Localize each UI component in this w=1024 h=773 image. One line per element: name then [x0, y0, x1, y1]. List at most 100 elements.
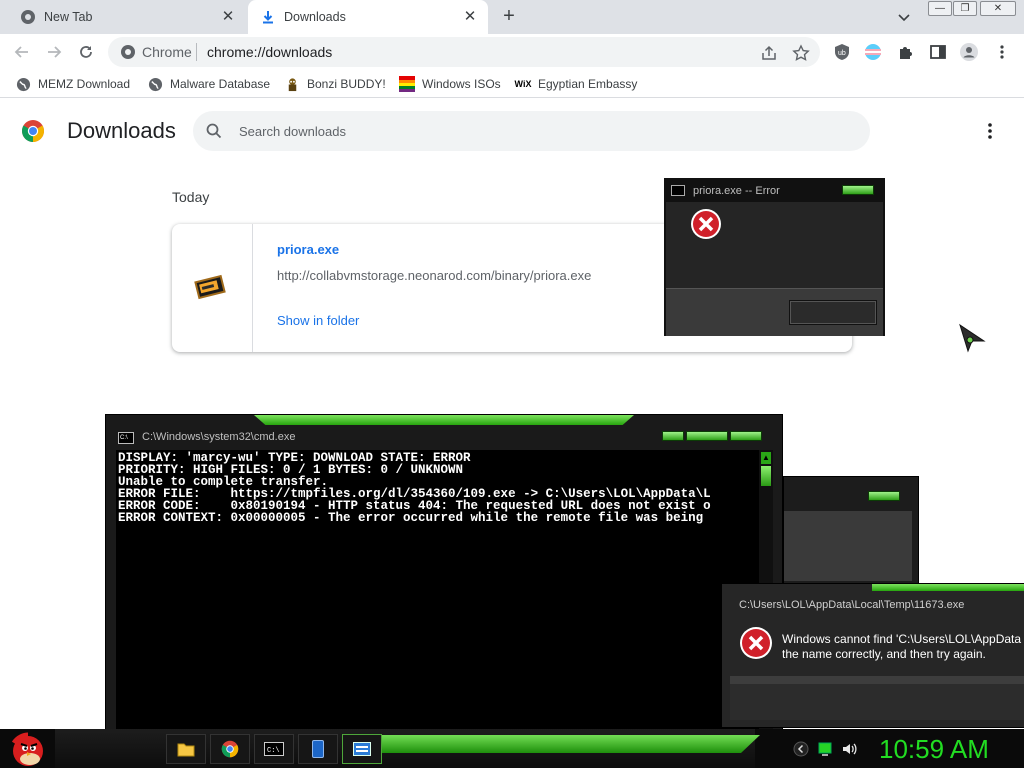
bookmark-memz-download[interactable]: MEMZ Download — [15, 76, 130, 92]
taskbar-cmd-button[interactable]: C:\ — [254, 734, 294, 764]
file-not-found-dialog: C:\Users\LOL\AppData\Local\Temp\11673.ex… — [721, 583, 1024, 728]
address-bar[interactable]: Chrome chrome://downloads — [108, 37, 820, 67]
close-button[interactable] — [842, 185, 874, 195]
dialog-message-line: Windows cannot find 'C:\Users\LOL\AppDat… — [782, 632, 1022, 646]
taskbar-clock[interactable]: 10:59 AM — [879, 734, 989, 765]
tab-strip: New Tab ✕ Downloads ✕ + — ❐ ✕ — [0, 0, 1024, 34]
chrome-icon — [20, 9, 36, 25]
dialog-separator — [730, 676, 1024, 684]
dialog-title-accent — [872, 584, 1024, 591]
download-filename-link[interactable]: priora.exe — [277, 242, 339, 257]
taskbar — [0, 729, 1024, 768]
start-button-angry-bird-icon[interactable] — [8, 729, 46, 768]
tab-label: Downloads — [284, 10, 346, 24]
close-button[interactable]: ✕ — [980, 1, 1016, 16]
error-dialog-title: priora.exe -- Error — [693, 185, 780, 197]
dialog-message-line: the name correctly, and then try again. — [782, 647, 986, 661]
extensions-puzzle-icon[interactable] — [897, 43, 915, 61]
ublock-extension-icon[interactable]: ub — [833, 43, 851, 61]
browser-menu-icon[interactable] — [993, 43, 1011, 61]
taskbar-phone-button[interactable] — [298, 734, 338, 764]
tab-downloads[interactable]: Downloads ✕ — [248, 0, 488, 34]
restore-button[interactable]: ❐ — [953, 1, 977, 16]
reload-button[interactable] — [73, 39, 99, 65]
file-not-found-dialog-title: C:\Users\LOL\AppData\Local\Temp\11673.ex… — [739, 599, 965, 611]
bookmark-label: Bonzi BUDDY! — [307, 77, 386, 91]
windows-flag-icon — [399, 76, 415, 92]
back-arrow-icon — [14, 46, 28, 58]
cmd-window-title: C:\Windows\system32\cmd.exe — [142, 431, 296, 443]
globe-icon — [147, 76, 163, 92]
minimize-button[interactable]: — — [928, 1, 952, 16]
trans-flag-extension-icon[interactable] — [864, 43, 882, 61]
bookmark-egyptian-embassy[interactable]: WiX Egyptian Embassy — [514, 76, 638, 92]
bookmark-windows-isos[interactable]: Windows ISOs — [399, 76, 501, 92]
chrome-icon — [221, 740, 239, 758]
tray-arrow-icon[interactable] — [793, 741, 809, 757]
bookmark-label: Malware Database — [170, 77, 271, 91]
error-dialog-footer — [666, 288, 883, 336]
cmd-icon: C:\ — [118, 432, 134, 444]
exe-file-icon — [194, 273, 228, 303]
bookmark-star-icon[interactable] — [792, 44, 810, 62]
minimize-button[interactable] — [662, 431, 684, 441]
close-button[interactable] — [730, 431, 762, 441]
search-input[interactable] — [237, 121, 837, 141]
error-dialog-titlebar[interactable]: priora.exe -- Error — [666, 180, 883, 202]
maximize-button[interactable] — [686, 431, 728, 441]
date-heading: Today — [172, 189, 210, 205]
back-button[interactable] — [9, 39, 35, 65]
scrollbar-thumb[interactable] — [761, 466, 771, 486]
background-window — [783, 476, 919, 584]
close-button[interactable] — [868, 491, 900, 501]
cmd-console-output[interactable]: DISPLAY: 'marcy-wu' TYPE: DOWNLOAD STATE… — [116, 450, 759, 730]
downloads-search-box[interactable] — [193, 111, 870, 151]
volume-icon[interactable] — [841, 741, 857, 757]
mouse-cursor-icon — [958, 323, 988, 353]
profile-avatar-icon[interactable] — [960, 43, 978, 61]
bookmarks-bar: MEMZ Download Malware Database Bonzi BUD… — [0, 70, 1024, 98]
forward-arrow-icon — [48, 46, 62, 58]
address-separator — [196, 43, 197, 61]
show-in-folder-link[interactable]: Show in folder — [277, 313, 359, 328]
tab-search-chevron-icon[interactable] — [895, 8, 913, 26]
download-source-url[interactable]: http://collabvmstorage.neonarod.com/bina… — [277, 268, 591, 283]
error-dialog: priora.exe -- Error — [664, 178, 885, 336]
wix-icon: WiX — [514, 79, 532, 89]
tab-new-tab[interactable]: New Tab ✕ — [8, 0, 246, 34]
dialog-message: Windows cannot find 'C:\Users\LOL\AppDat… — [782, 632, 1021, 662]
chrome-site-icon — [120, 44, 136, 60]
background-window-body — [784, 511, 912, 581]
globe-icon — [15, 76, 31, 92]
more-actions-icon[interactable] — [980, 121, 1000, 141]
page-title: Downloads — [67, 118, 176, 143]
error-icon — [691, 209, 721, 239]
search-icon — [205, 122, 223, 140]
taskbar-window-button[interactable] — [342, 734, 382, 764]
scroll-up-arrow-icon[interactable]: ▲ — [761, 452, 771, 464]
error-icon — [740, 627, 772, 659]
new-tab-button[interactable]: + — [498, 6, 520, 28]
taskbar-folder-button[interactable] — [166, 734, 206, 764]
phone-icon — [312, 740, 324, 758]
bookmark-malware-database[interactable]: Malware Database — [147, 76, 270, 92]
forward-button[interactable] — [41, 39, 67, 65]
tab-close-icon[interactable]: ✕ — [220, 9, 236, 25]
bookmark-label: Egyptian Embassy — [538, 77, 638, 91]
reload-icon — [80, 46, 92, 58]
svg-text:ub: ub — [838, 50, 846, 57]
tab-label: New Tab — [44, 10, 93, 24]
bookmark-bonzi-buddy[interactable]: Bonzi BUDDY! — [284, 76, 386, 92]
cmd-title-accent — [254, 415, 634, 425]
taskbar-chrome-button[interactable] — [210, 734, 250, 764]
ok-button[interactable] — [789, 300, 877, 325]
side-panel-icon[interactable] — [929, 43, 947, 61]
cmd-icon: C:\ — [264, 742, 284, 756]
tab-close-icon[interactable]: ✕ — [462, 9, 478, 25]
share-icon[interactable] — [760, 44, 778, 62]
error-dialog-body — [666, 202, 883, 288]
address-url: chrome://downloads — [207, 44, 333, 60]
bookmark-label: MEMZ Download — [38, 77, 131, 91]
download-icon — [260, 9, 276, 25]
network-icon[interactable] — [817, 741, 833, 757]
